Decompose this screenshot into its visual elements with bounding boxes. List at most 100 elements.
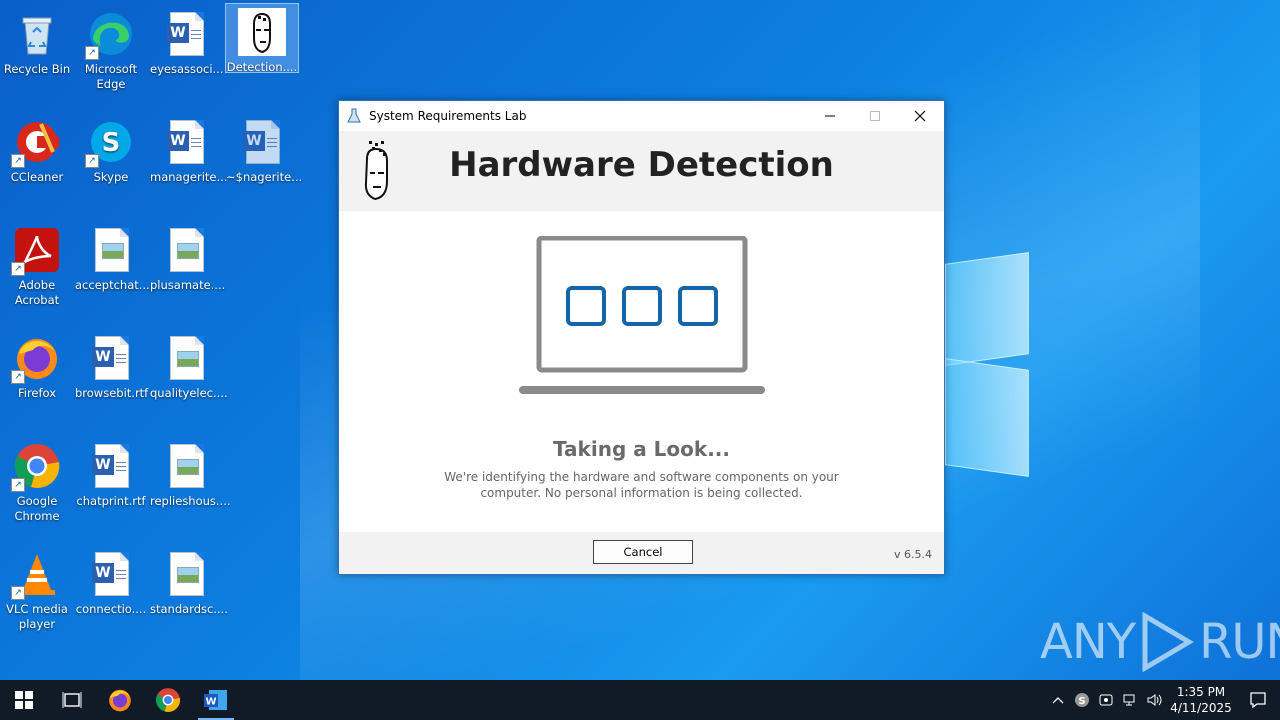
taskbar-chrome[interactable] [144, 680, 192, 720]
word-doc-icon: W [87, 442, 135, 490]
vlc-icon: ↗ [11, 550, 61, 600]
desktop-icon-adobe-acrobat[interactable]: ↗ Adobe Acrobat [1, 220, 73, 308]
desktop-icon-label: ~$nagerite... [226, 170, 303, 184]
tray-app[interactable] [1094, 680, 1118, 720]
desktop-icon-chatprint[interactable]: W chatprint.rtf [75, 436, 147, 509]
maximize-button[interactable] [852, 101, 898, 131]
desktop-icon-microsoft-edge[interactable]: ↗ Microsoft Edge [75, 4, 147, 92]
status-title: Taking a Look... [552, 437, 730, 461]
desktop-icon-label: standardsc.... [150, 602, 228, 616]
chrome-icon: ↗ [11, 442, 61, 492]
desktop-icon-google-chrome[interactable]: ↗ Google Chrome [1, 436, 73, 524]
firefox-icon: ↗ [11, 334, 61, 384]
desktop-icon-eyesassoci[interactable]: W eyesassoci... [150, 4, 224, 77]
dialog-footer: Cancel v 6.5.4 [339, 532, 944, 574]
edge-icon: ↗ [85, 10, 135, 60]
desktop-icon-browsebit[interactable]: W browsebit.rtf [75, 328, 148, 401]
ccleaner-icon: ↗ [11, 118, 61, 168]
desktop-icon-plusamate[interactable]: plusamate.... [150, 220, 225, 293]
maximize-icon [870, 111, 880, 121]
word-doc-icon: W [87, 334, 135, 382]
desktop-icon-qualityelec[interactable]: qualityelec.... [150, 328, 228, 401]
desktop-icon-standardsc[interactable]: standardsc.... [150, 544, 228, 617]
task-view-icon [62, 692, 82, 708]
taskbar-firefox[interactable] [96, 680, 144, 720]
desktop-icon-label: Recycle Bin [3, 62, 71, 76]
image-file-icon [162, 226, 210, 274]
desktop-icon-label: Microsoft Edge [84, 62, 138, 91]
svg-text:W: W [205, 697, 216, 708]
close-button[interactable] [897, 101, 943, 131]
system-requirements-lab-window: System Requirements Lab Hardware Detecti… [338, 100, 945, 575]
app-flask-icon [347, 108, 361, 123]
clock-date: 4/11/2025 [1170, 701, 1232, 715]
desktop-icon-vlc[interactable]: ↗ VLC media player [1, 544, 73, 632]
tray-volume[interactable] [1142, 680, 1166, 720]
recycle-bin-icon [13, 10, 61, 58]
image-file-icon [162, 442, 210, 490]
desktop-icon-label: qualityelec.... [150, 386, 228, 400]
desktop-icon-firefox[interactable]: ↗ Firefox [1, 328, 73, 401]
close-icon [914, 110, 926, 122]
desktop-icon-replieshous[interactable]: replieshous.... [150, 436, 231, 509]
word-icon: W [204, 690, 227, 710]
show-hidden-icons-button[interactable] [1046, 680, 1070, 720]
skype-icon: S ↗ [85, 118, 135, 168]
chevron-up-icon [1052, 697, 1064, 704]
desktop-icon-connectio[interactable]: W connectio.... [75, 544, 147, 617]
task-view-button[interactable] [48, 680, 96, 720]
system-tray: S 1:35 PM 4/11/2025 [1046, 680, 1280, 720]
desktop-icon-detection[interactable]: Detection.... [225, 3, 299, 74]
dialog-heading: Hardware Detection [449, 145, 834, 185]
desktop-icon-temp-managerite[interactable]: W ~$nagerite... [226, 112, 303, 185]
window-title: System Requirements Lab [369, 109, 527, 123]
image-file-icon [87, 226, 135, 274]
desktop-icon-label: Adobe Acrobat [14, 278, 60, 307]
start-button[interactable] [0, 680, 48, 720]
word-doc-icon: W [162, 10, 210, 58]
detection-app-icon [238, 8, 286, 56]
desktop-icon-label: eyesassoci... [150, 62, 224, 76]
desktop-icon-label: VLC media player [6, 602, 68, 631]
tray-network[interactable] [1118, 680, 1142, 720]
desktop-icon-label: Firefox [17, 386, 57, 400]
desktop-icon-ccleaner[interactable]: ↗ CCleaner [1, 112, 73, 185]
clock[interactable]: 1:35 PM 4/11/2025 [1166, 684, 1236, 716]
taskbar-word[interactable]: W [192, 680, 240, 720]
dialog-header: Hardware Detection [339, 131, 944, 211]
desktop-icon-acceptchat[interactable]: acceptchat.... [75, 220, 153, 293]
desktop-icon-label: Google Chrome [14, 494, 60, 523]
image-file-icon [162, 550, 210, 598]
minimize-icon [825, 115, 835, 117]
desktop-icon-recycle-bin[interactable]: Recycle Bin [1, 4, 73, 77]
cancel-button[interactable]: Cancel [593, 540, 693, 564]
status-description: We're identifying the hardware and softw… [444, 470, 839, 500]
windows-start-icon [15, 691, 33, 709]
svg-text:S: S [102, 128, 121, 158]
image-file-icon [162, 334, 210, 382]
desktop-icon-label: connectio.... [75, 602, 147, 616]
acrobat-icon: ↗ [11, 226, 61, 276]
play-logo-icon [1142, 612, 1194, 672]
desktop-icon-label: Skype [93, 170, 129, 184]
svg-text:S: S [1078, 696, 1085, 707]
action-center-button[interactable] [1236, 680, 1280, 720]
wallpaper-windows-logo [945, 240, 1030, 480]
version-label: v 6.5.4 [894, 548, 932, 561]
detection-box-3 [678, 286, 718, 326]
desktop-icon-label: managerite... [150, 170, 228, 184]
word-doc-icon: W [238, 118, 286, 166]
anyrun-watermark: ANY RUN [1040, 612, 1280, 672]
detection-box-1 [566, 286, 606, 326]
firefox-icon [109, 689, 131, 712]
desktop-icon-managerite[interactable]: W managerite... [150, 112, 228, 185]
chrome-icon [155, 688, 181, 712]
detection-box-2 [622, 286, 662, 326]
watermark-left-text: ANY [1040, 614, 1136, 670]
desktop-icon-skype[interactable]: S ↗ Skype [75, 112, 147, 185]
word-doc-icon: W [87, 550, 135, 598]
minimize-button[interactable] [807, 101, 853, 131]
word-doc-icon: W [162, 118, 210, 166]
tray-skype[interactable]: S [1070, 680, 1094, 720]
title-bar[interactable]: System Requirements Lab [339, 101, 944, 131]
